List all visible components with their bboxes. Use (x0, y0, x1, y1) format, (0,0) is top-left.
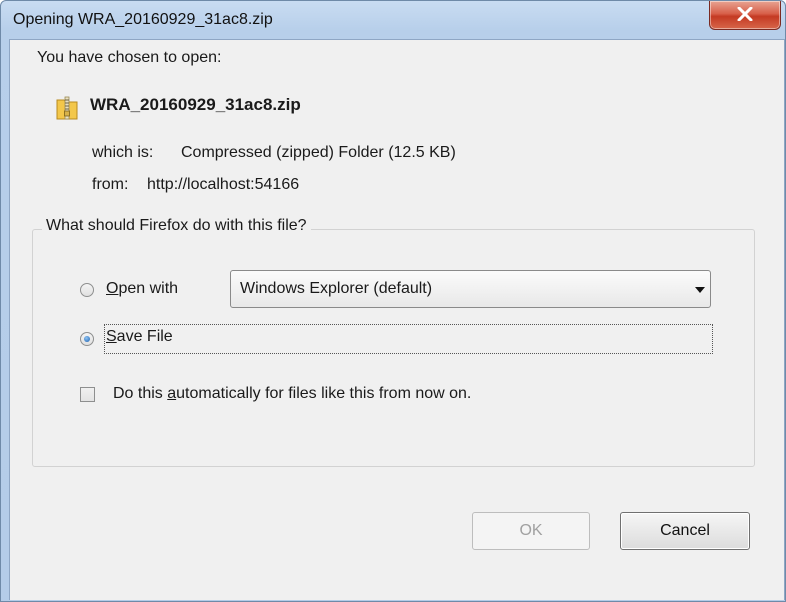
open-with-label[interactable]: Open with (106, 280, 178, 298)
source-url: http://localhost:54166 (147, 176, 300, 193)
save-file-radio[interactable] (80, 332, 94, 346)
close-icon (737, 7, 753, 21)
auto-action-checkbox[interactable] (80, 387, 95, 402)
save-file-focus-ring (104, 324, 713, 354)
auto-label-after: utomatically for files like this from no… (176, 385, 472, 402)
auto-action-label[interactable]: Do this automatically for files like thi… (113, 385, 471, 403)
auto-label-mnemonic: a (167, 385, 177, 402)
file-type-value: Compressed (zipped) Folder (12.5 KB) (181, 144, 456, 161)
file-type-label: which is: (92, 144, 154, 161)
open-with-label-rest: pen with (118, 280, 179, 297)
action-group-legend: What should Firefox do with this file? (42, 217, 311, 235)
zip-folder-icon (56, 96, 78, 120)
ok-button[interactable]: OK (472, 512, 590, 550)
close-button[interactable] (709, 1, 781, 30)
application-select[interactable]: Windows Explorer (default) (230, 270, 711, 308)
source-label: from: (92, 176, 129, 193)
open-with-mnemonic: O (106, 280, 119, 297)
auto-label-before: Do this (113, 385, 168, 402)
title-bar[interactable]: Opening WRA_20160929_31ac8.zip (1, 1, 785, 39)
window-title: Opening WRA_20160929_31ac8.zip (13, 11, 273, 28)
file-name: WRA_20160929_31ac8.zip (90, 95, 301, 114)
dropdown-arrow-icon (695, 287, 705, 293)
save-file-mnemonic: S (106, 328, 117, 345)
intro-text: You have chosen to open: (37, 49, 222, 66)
cancel-button[interactable]: Cancel (620, 512, 750, 550)
open-with-radio[interactable] (80, 283, 94, 297)
application-select-value: Windows Explorer (default) (240, 280, 433, 297)
save-file-label[interactable]: Save File (106, 328, 173, 346)
save-file-label-rest: ave File (116, 328, 173, 345)
